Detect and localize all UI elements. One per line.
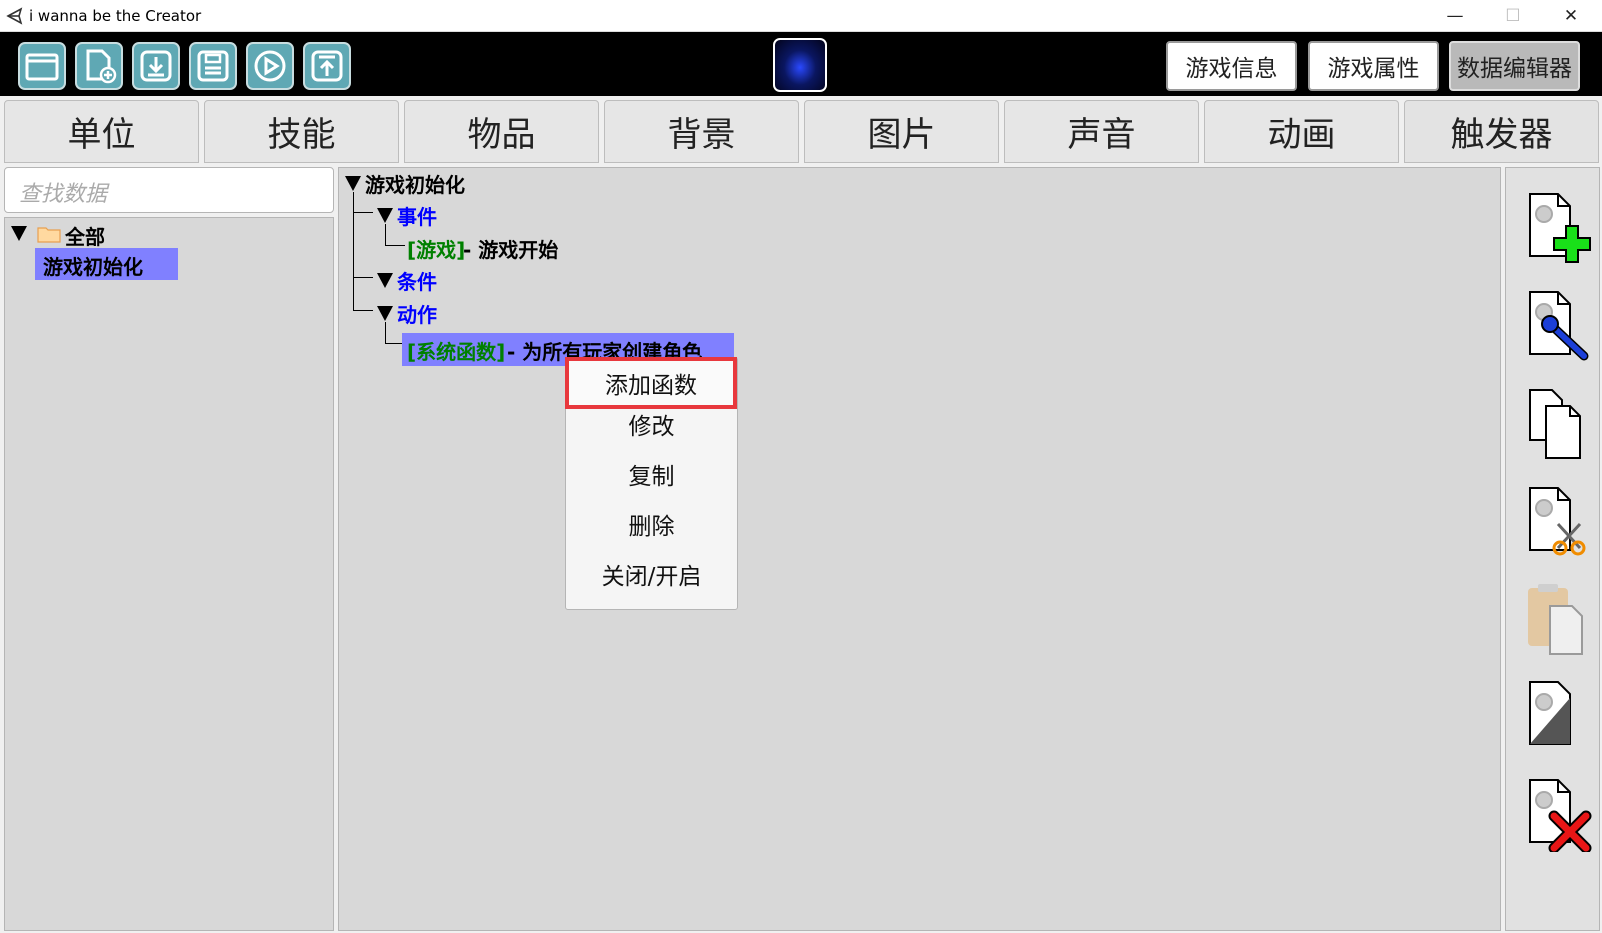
expand-arrow[interactable] (377, 306, 393, 321)
copy-trigger-icon[interactable] (1520, 386, 1592, 462)
save-button[interactable] (189, 42, 237, 90)
menu-item-add-function[interactable]: 添加函数 (565, 357, 737, 409)
game-properties-tab[interactable]: 游戏属性 (1308, 41, 1439, 91)
expand-arrow[interactable] (11, 226, 27, 241)
data-editor-tab[interactable]: 数据编辑器 (1449, 41, 1580, 91)
trigger-list-tree[interactable]: 全部 游戏初始化 (4, 217, 334, 931)
tree-line (353, 277, 373, 278)
new-file-button[interactable] (75, 42, 123, 90)
tab-images[interactable]: 图片 (804, 100, 999, 163)
tab-sounds[interactable]: 声音 (1004, 100, 1199, 163)
menu-item-copy[interactable]: 复制 (566, 454, 737, 494)
right-sidebar (1505, 167, 1600, 931)
trigger-editor-tree[interactable]: 游戏初始化 事件 [游戏] - 游戏开始 条件 动作 [系统函数] - 为所有玩… (338, 167, 1501, 931)
download-icon (140, 50, 172, 82)
menu-item-delete[interactable]: 删除 (566, 504, 737, 544)
tab-items[interactable]: 物品 (404, 100, 599, 163)
open-folder-button[interactable] (18, 42, 66, 90)
root-folder-label[interactable]: 全部 (65, 221, 105, 250)
tab-triggers[interactable]: 触发器 (1404, 100, 1599, 163)
trigger-root-label[interactable]: 游戏初始化 (365, 169, 465, 198)
tree-line (353, 192, 354, 310)
add-trigger-icon[interactable] (1520, 190, 1592, 266)
toolbar: 游戏信息 游戏属性 数据编辑器 (0, 32, 1602, 96)
game-info-tab[interactable]: 游戏信息 (1166, 41, 1297, 91)
upload-icon (311, 50, 343, 82)
tree-line (353, 212, 373, 213)
import-button[interactable] (132, 42, 180, 90)
context-menu: 添加函数 修改 复制 删除 关闭/开启 (565, 357, 738, 610)
play-icon (254, 50, 286, 82)
expand-arrow[interactable] (377, 208, 393, 223)
window-title: i wanna be the Creator (29, 7, 202, 25)
event-tag[interactable]: [游戏] (407, 234, 465, 263)
expand-arrow[interactable] (377, 273, 393, 288)
folder-icon (37, 227, 61, 243)
run-button[interactable] (246, 42, 294, 90)
search-input[interactable]: 查找数据 (4, 167, 334, 213)
tree-line (385, 245, 405, 246)
unity-icon (6, 7, 23, 25)
close-button[interactable]: ✕ (1548, 0, 1594, 32)
expand-arrow[interactable] (345, 176, 361, 191)
list-item-label: 游戏初始化 (43, 255, 143, 279)
category-tabs: 单位 技能 物品 背景 图片 声音 动画 触发器 (4, 100, 1600, 164)
minimize-button[interactable]: — (1432, 0, 1478, 32)
actions-node[interactable]: 动作 (397, 299, 437, 328)
tree-line (353, 310, 373, 311)
save-icon (197, 50, 229, 82)
new-file-icon (86, 49, 117, 84)
tab-animations[interactable]: 动画 (1204, 100, 1399, 163)
tree-line (385, 322, 386, 343)
action-tag: [系统函数] (407, 340, 506, 364)
edit-trigger-icon[interactable] (1520, 288, 1592, 364)
publish-button[interactable] (303, 42, 351, 90)
toggle-trigger-icon[interactable] (1520, 678, 1592, 754)
folder-icon (25, 53, 59, 81)
game-logo (773, 38, 827, 92)
event-text[interactable]: - 游戏开始 (463, 234, 558, 263)
tab-backgrounds[interactable]: 背景 (604, 100, 799, 163)
cut-trigger-icon[interactable] (1520, 484, 1592, 560)
maximize-button[interactable]: ☐ (1490, 0, 1536, 32)
tab-skills[interactable]: 技能 (204, 100, 399, 163)
events-node[interactable]: 事件 (397, 201, 437, 230)
menu-item-toggle[interactable]: 关闭/开启 (566, 554, 737, 594)
menu-item-modify[interactable]: 修改 (566, 404, 737, 444)
list-item-selected[interactable]: 游戏初始化 (35, 248, 178, 280)
tab-units[interactable]: 单位 (4, 100, 199, 163)
delete-trigger-icon[interactable] (1520, 776, 1592, 852)
conditions-node[interactable]: 条件 (397, 266, 437, 295)
paste-trigger-icon[interactable] (1520, 580, 1592, 656)
title-bar: i wanna be the Creator — ☐ ✕ (0, 0, 1602, 32)
tree-line (385, 224, 386, 245)
